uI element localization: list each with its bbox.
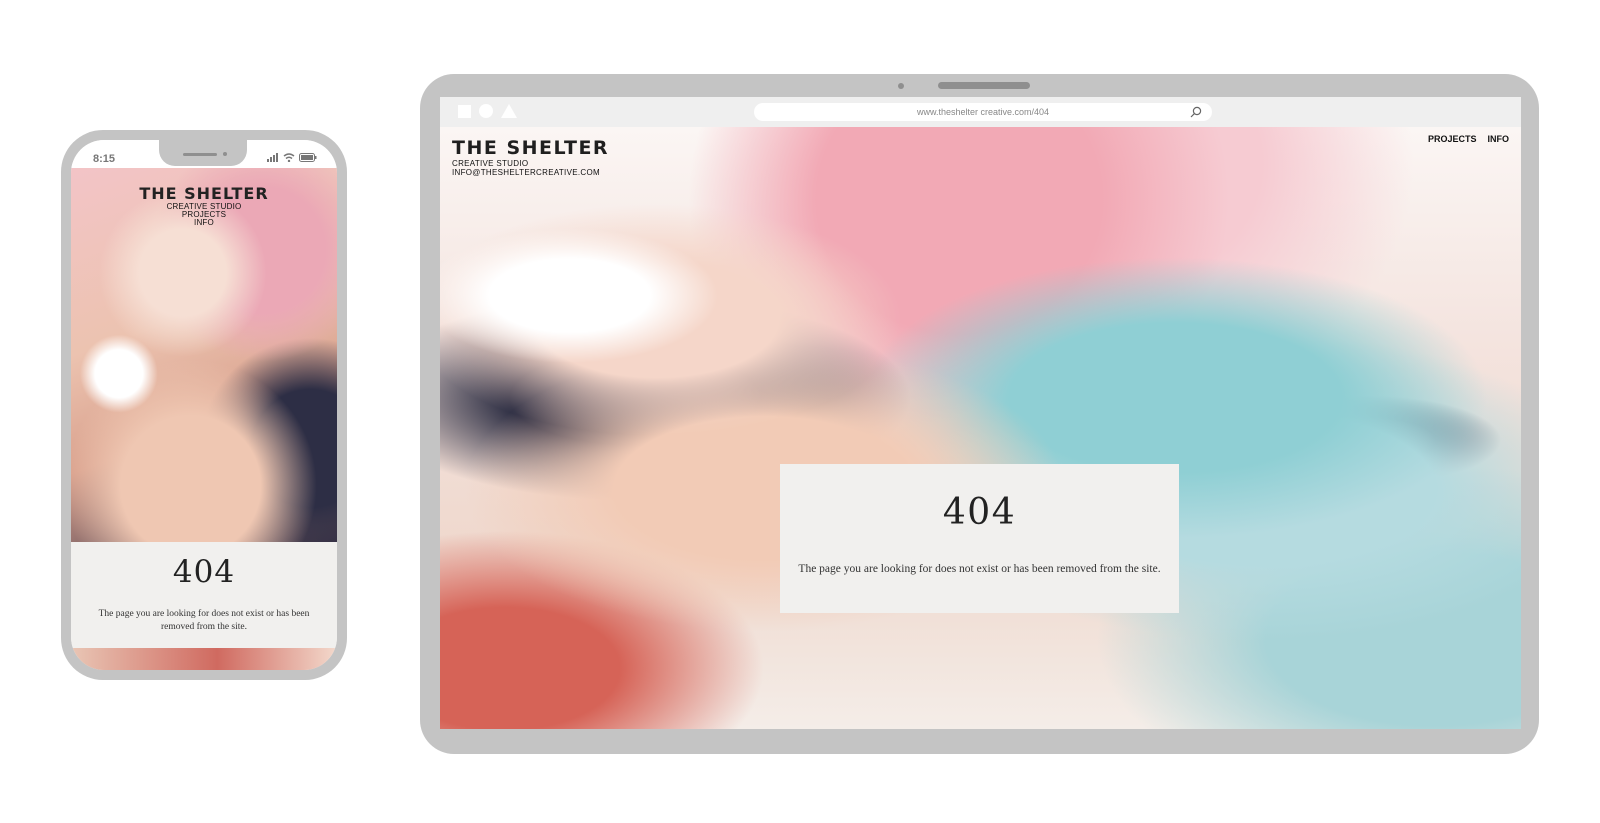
error-message: The page you are looking for does not ex… <box>798 563 1161 575</box>
phone-notch <box>159 140 247 166</box>
laptop-sensor-left <box>898 83 904 89</box>
phone-error-message: The page you are looking for does not ex… <box>98 609 310 632</box>
signal-icon <box>267 152 278 162</box>
phone-speaker <box>183 153 217 156</box>
battery-icon <box>299 152 317 162</box>
browser-window-controls <box>458 104 517 118</box>
phone-screen: 8:15 THE SHELTER CREATIVE STUDIO PROJECT… <box>71 140 337 670</box>
wifi-icon <box>283 152 295 162</box>
nav-projects-link[interactable]: PROJECTS <box>1428 134 1477 144</box>
laptop-mockup: www.theshelter creative.com/404 THE SHEL… <box>420 74 1539 754</box>
phone-nav-info[interactable]: INFO <box>71 219 337 227</box>
laptop-webpage: THE SHELTER CREATIVE STUDIO INFO@THESHEL… <box>440 127 1521 729</box>
phone-camera <box>223 152 227 156</box>
site-email-link[interactable]: INFO@THESHELTERCREATIVE.COM <box>452 168 609 177</box>
nav-info-link[interactable]: INFO <box>1488 134 1510 144</box>
browser-toolbar: www.theshelter creative.com/404 <box>440 97 1521 127</box>
laptop-sensor-right <box>1015 83 1021 89</box>
address-bar[interactable]: www.theshelter creative.com/404 <box>754 103 1212 121</box>
square-control-icon[interactable] <box>458 104 471 118</box>
phone-site-header: THE SHELTER CREATIVE STUDIO PROJECTS INF… <box>71 185 337 227</box>
address-bar-url: www.theshelter creative.com/404 <box>916 107 1050 117</box>
site-nav: PROJECTS INFO <box>1428 134 1509 144</box>
site-logo[interactable]: THE SHELTER <box>452 137 609 159</box>
phone-mockup: 8:15 THE SHELTER CREATIVE STUDIO PROJECT… <box>61 130 347 680</box>
phone-error-code: 404 <box>172 554 236 590</box>
phone-site-logo[interactable]: THE SHELTER <box>71 185 337 203</box>
phone-error-card: 404 The page you are looking for does no… <box>71 542 337 658</box>
phone-status-bar: 8:15 <box>71 140 337 168</box>
error-code: 404 <box>942 492 1017 533</box>
error-card: 404 The page you are looking for does no… <box>780 464 1179 613</box>
circle-control-icon[interactable] <box>479 104 493 118</box>
site-tagline: CREATIVE STUDIO <box>452 159 529 168</box>
site-header: THE SHELTER CREATIVE STUDIO INFO@THESHEL… <box>452 137 609 177</box>
triangle-control-icon[interactable] <box>501 104 517 118</box>
phone-status-icons <box>267 152 317 162</box>
search-icon[interactable] <box>1190 106 1202 118</box>
phone-clock: 8:15 <box>93 153 116 165</box>
phone-photo-strip <box>71 648 337 670</box>
